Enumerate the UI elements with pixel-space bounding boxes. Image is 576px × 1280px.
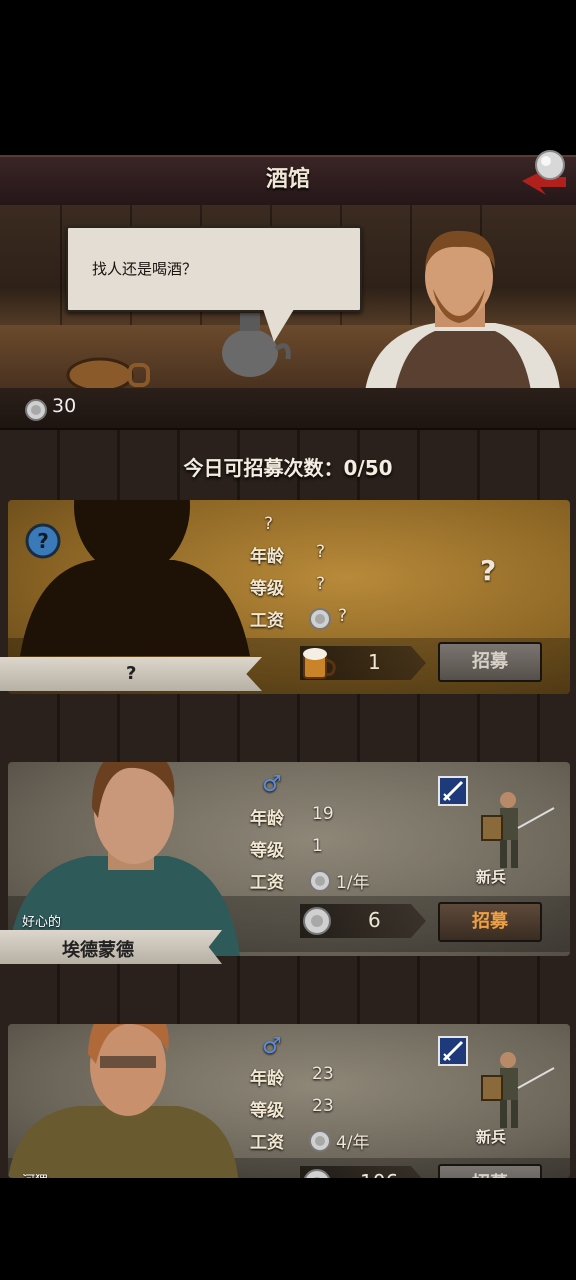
recruit-name: 埃德蒙德 xyxy=(62,940,134,961)
class-badge[interactable] xyxy=(438,776,468,806)
question-icon[interactable]: ? xyxy=(24,522,62,560)
class-name: 新兵 xyxy=(476,868,507,886)
level-value: 1 xyxy=(312,836,323,856)
recruit-button[interactable]: 招募 xyxy=(438,1164,542,1178)
age-label: 年龄 xyxy=(250,809,284,829)
bartender-portrait xyxy=(365,230,560,388)
coin-amount: 30 xyxy=(52,395,77,417)
age-value: ? xyxy=(316,542,326,562)
level-value: 23 xyxy=(312,1096,334,1116)
close-icon xyxy=(522,150,566,195)
salary-label: 工资 xyxy=(250,873,284,893)
level-label: 等级 xyxy=(250,1101,284,1121)
bottom-letterbox xyxy=(0,1178,576,1280)
gender-value: ? xyxy=(264,514,274,534)
close-button[interactable] xyxy=(516,143,572,199)
class-badge[interactable] xyxy=(438,1036,468,1066)
barrel-icon xyxy=(66,357,150,388)
recruit-name: ? xyxy=(126,663,137,684)
silver-coin-icon xyxy=(309,1130,331,1152)
level-label: 等级 xyxy=(250,841,284,861)
age-value: 19 xyxy=(312,804,334,824)
price-value: 6 xyxy=(368,908,381,932)
age-label: 年龄 xyxy=(250,1069,284,1089)
title-bar: 酒馆 xyxy=(0,155,576,209)
salary-value: 4/年 xyxy=(336,1133,370,1153)
salary-value: 1/年 xyxy=(336,873,370,893)
soldier-figure xyxy=(481,1052,555,1128)
unknown-class-mark: ? xyxy=(480,554,497,587)
class-name: 新兵 xyxy=(476,1128,507,1146)
sword-icon xyxy=(442,780,464,802)
salary-value: ? xyxy=(338,606,348,626)
bubble-tail xyxy=(262,306,296,342)
recruit-card: ♂ 年龄 19 等级 1 工资 1/年 新兵 6 招募 xyxy=(8,762,570,956)
silver-coin-icon xyxy=(309,870,331,892)
sword-icon xyxy=(442,1040,464,1062)
price-value: 106 xyxy=(360,1170,398,1178)
recruit-counter: 今日可招募次数：0/50 xyxy=(183,456,393,480)
recruit-button[interactable]: 招募 xyxy=(438,902,542,942)
silver-coin-icon xyxy=(303,907,331,935)
recruit-card: ♂ 年龄 23 等级 23 工资 4/年 新兵 106 招募 xyxy=(8,1024,570,1178)
svg-text:?: ? xyxy=(37,529,49,553)
gender-value: ♂ xyxy=(262,1034,282,1059)
recruit-button[interactable]: 招募 xyxy=(438,642,542,682)
currency-bar: 30 xyxy=(0,388,576,430)
age-value: 23 xyxy=(312,1064,334,1084)
level-label: 等级 xyxy=(250,579,284,599)
price-value: 1 xyxy=(368,650,381,674)
beer-mug-icon xyxy=(303,648,336,679)
silver-coin-icon xyxy=(25,399,47,421)
page-title: 酒馆 xyxy=(265,167,310,192)
silver-coin-icon xyxy=(309,608,331,630)
soldier-figure xyxy=(481,792,555,868)
silver-coin-icon xyxy=(303,1169,331,1178)
recruit-portrait xyxy=(8,1024,238,1178)
dialogue-text: 找人还是喝酒？ xyxy=(92,260,198,278)
salary-label: 工资 xyxy=(250,611,284,631)
gender-value: ♂ xyxy=(262,772,282,797)
age-label: 年龄 xyxy=(250,547,284,567)
dialogue-bubble: 找人还是喝酒？ xyxy=(66,226,362,312)
salary-label: 工资 xyxy=(250,1133,284,1153)
trait-label: 好心的 xyxy=(22,915,62,930)
level-value: ? xyxy=(316,574,326,594)
